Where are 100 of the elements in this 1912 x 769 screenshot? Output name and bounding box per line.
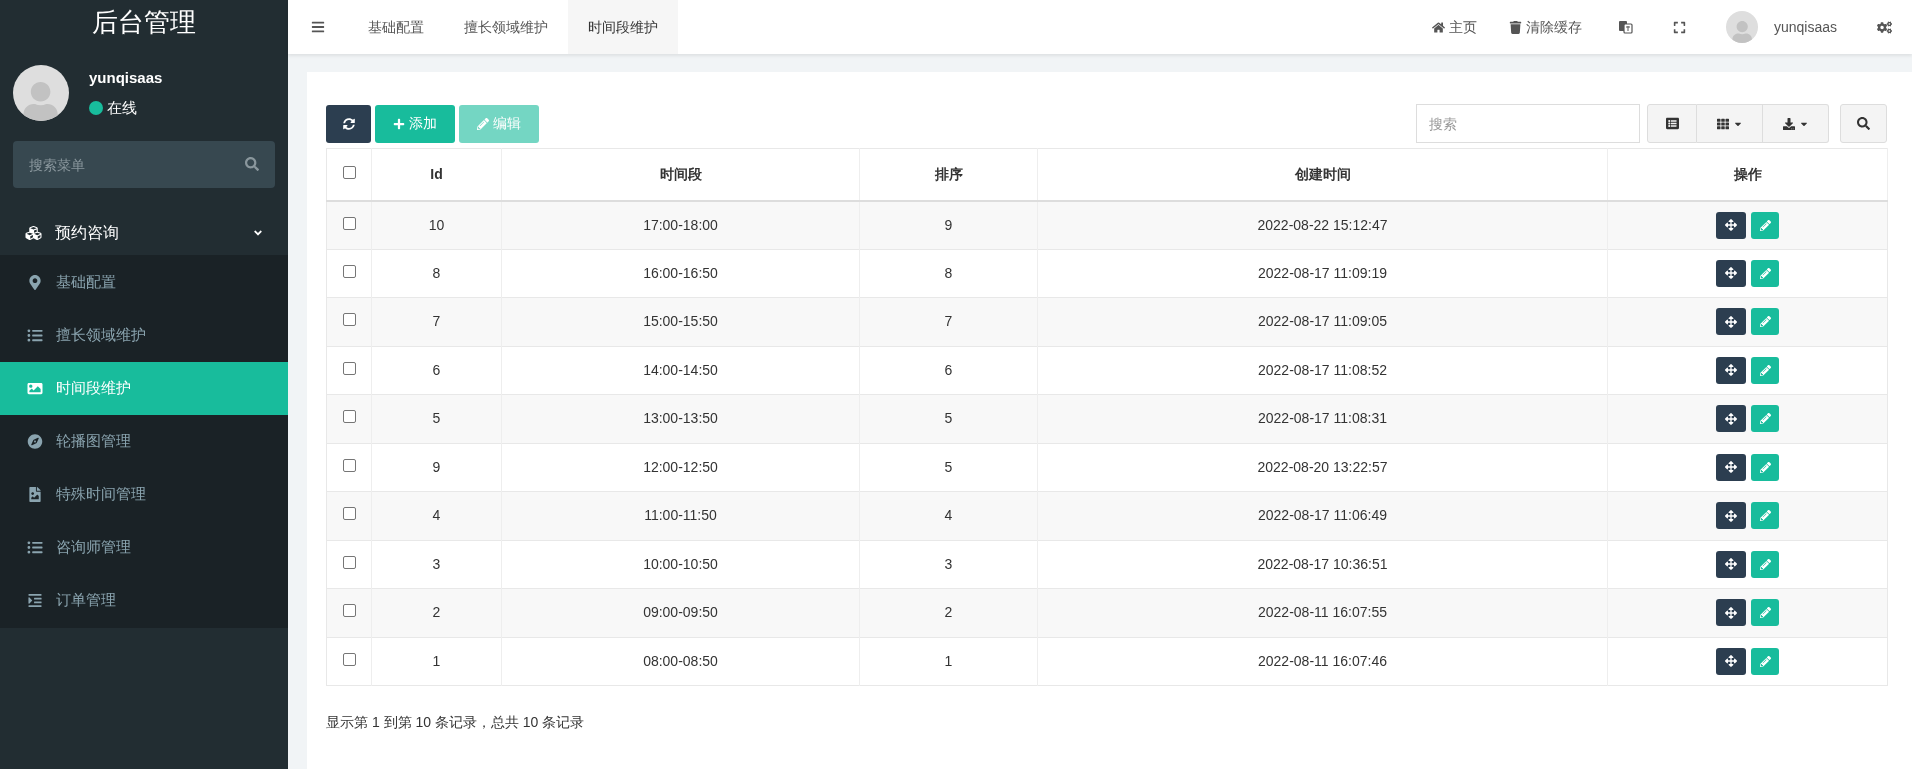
edit-row-button[interactable] <box>1751 356 1779 384</box>
checkbox[interactable] <box>342 264 356 278</box>
edit-row-button[interactable] <box>1751 405 1779 433</box>
menu-item[interactable]: 特殊时间管理 <box>0 468 288 521</box>
export-button[interactable] <box>1763 104 1829 143</box>
toggle-view-button[interactable] <box>1647 104 1697 143</box>
move-icon <box>1725 412 1737 425</box>
drag-button[interactable] <box>1716 550 1746 578</box>
edit-row-button[interactable] <box>1751 599 1779 627</box>
table-cell: 10:00-10:50 <box>501 540 860 589</box>
table-cell: 2022-08-22 15:12:47 <box>1037 200 1608 249</box>
refresh-button[interactable] <box>326 104 371 143</box>
table-cell: 2022-08-17 11:08:52 <box>1037 346 1608 395</box>
columns-button[interactable] <box>1697 104 1763 143</box>
search-field[interactable]: 搜索 <box>1416 104 1640 143</box>
edit-row-button[interactable] <box>1751 550 1779 578</box>
pencil-icon <box>1759 364 1771 376</box>
checkbox[interactable] <box>342 313 356 327</box>
pagination-summary: 显示第 1 到第 10 条记录，总共 10 条记录 <box>326 714 585 730</box>
drag-button[interactable] <box>1716 259 1746 287</box>
edit-row-button[interactable] <box>1751 211 1779 239</box>
menu-group-header[interactable]: 预约咨询 <box>0 210 288 255</box>
table-cell: 10 <box>371 200 502 249</box>
edit-row-button[interactable] <box>1751 502 1779 530</box>
table-cell: 09:00-09:50 <box>501 588 860 637</box>
checkbox[interactable] <box>342 652 356 666</box>
table-cell: 3 <box>859 540 1038 589</box>
drag-button[interactable] <box>1716 599 1746 627</box>
drag-button[interactable] <box>1716 647 1746 675</box>
move-icon <box>1725 606 1737 619</box>
app-title: 后台管理 <box>92 6 196 39</box>
home-link[interactable]: 主页 <box>1415 0 1493 54</box>
checkbox[interactable] <box>342 507 356 521</box>
page-tab[interactable]: 擅长领域维护 <box>444 0 568 54</box>
edit-row-button[interactable] <box>1751 453 1779 481</box>
checkbox[interactable] <box>342 555 356 569</box>
cubes-icon <box>24 224 43 241</box>
menu-item[interactable]: 咨询师管理 <box>0 521 288 574</box>
page-tab[interactable]: 基础配置 <box>348 0 444 54</box>
move-icon <box>1725 315 1737 328</box>
table-cell: 15:00-15:50 <box>501 297 860 346</box>
compass-icon <box>27 434 43 449</box>
edit-row-button[interactable] <box>1751 647 1779 675</box>
plus-icon <box>393 117 405 130</box>
table-cell: 14:00-14:50 <box>501 346 860 395</box>
checkbox[interactable] <box>342 410 356 424</box>
table-cell: 2022-08-17 10:36:51 <box>1037 540 1608 589</box>
refresh-icon <box>342 117 355 130</box>
drag-button[interactable] <box>1716 453 1746 481</box>
table-cell: 08:00-08:50 <box>501 637 860 686</box>
avatar-icon <box>1725 11 1758 43</box>
column-header: 操作 <box>1607 148 1888 201</box>
pencil-icon <box>1759 267 1771 279</box>
column-header: 时间段 <box>501 148 860 201</box>
menu-search-field[interactable]: 搜索菜单 <box>13 141 275 188</box>
pencil-icon <box>1759 316 1771 328</box>
pencil-icon <box>1759 607 1771 619</box>
table-cell: 9 <box>859 200 1038 249</box>
drag-button[interactable] <box>1716 308 1746 336</box>
menu-icon <box>311 20 325 34</box>
table-cell: 5 <box>859 394 1038 443</box>
drag-button[interactable] <box>1716 356 1746 384</box>
user-name[interactable]: yunqisaas <box>1773 16 1837 38</box>
drag-button[interactable] <box>1716 211 1746 239</box>
edit-row-button[interactable] <box>1751 259 1779 287</box>
edit-row-button[interactable] <box>1751 308 1779 336</box>
checkbox[interactable] <box>342 361 356 375</box>
table-cell: 2 <box>859 588 1038 637</box>
column-header: 创建时间 <box>1037 148 1608 201</box>
pencil-icon <box>1759 655 1771 667</box>
move-icon <box>1725 655 1737 668</box>
checkbox[interactable] <box>342 604 356 618</box>
table-cell: 2022-08-11 16:07:55 <box>1037 588 1608 637</box>
drag-button[interactable] <box>1716 405 1746 433</box>
checkbox[interactable] <box>342 458 356 472</box>
trash-icon <box>1508 20 1522 34</box>
page-tab[interactable]: 时间段维护 <box>568 0 678 54</box>
table-cell: 2022-08-17 11:09:19 <box>1037 249 1608 298</box>
table-cell: 2022-08-20 13:22:57 <box>1037 443 1608 492</box>
list-icon <box>27 540 43 555</box>
table-cell: 6 <box>859 346 1038 395</box>
table-cell: 17:00-18:00 <box>501 200 860 249</box>
table-cell: 5 <box>371 394 502 443</box>
table-cell: 12:00-12:50 <box>501 443 860 492</box>
table-cell: 4 <box>859 491 1038 540</box>
checkbox[interactable] <box>342 165 356 179</box>
checkbox[interactable] <box>342 216 356 230</box>
drag-button[interactable] <box>1716 502 1746 530</box>
clear-cache-link[interactable]: 清除缓存 <box>1492 0 1598 54</box>
table-cell: 13:00-13:50 <box>501 394 860 443</box>
menu-item[interactable]: 轮播图管理 <box>0 415 288 468</box>
menu-item[interactable]: 订单管理 <box>0 574 288 627</box>
search-button[interactable] <box>1840 104 1887 143</box>
move-icon <box>1725 267 1737 280</box>
translate-icon <box>1617 20 1633 34</box>
menu-item[interactable]: 擅长领域维护 <box>0 309 288 362</box>
menu-item[interactable]: 基础配置 <box>0 256 288 309</box>
move-icon <box>1725 509 1737 522</box>
table-cell: 2 <box>371 588 502 637</box>
expand-icon <box>1672 20 1686 34</box>
